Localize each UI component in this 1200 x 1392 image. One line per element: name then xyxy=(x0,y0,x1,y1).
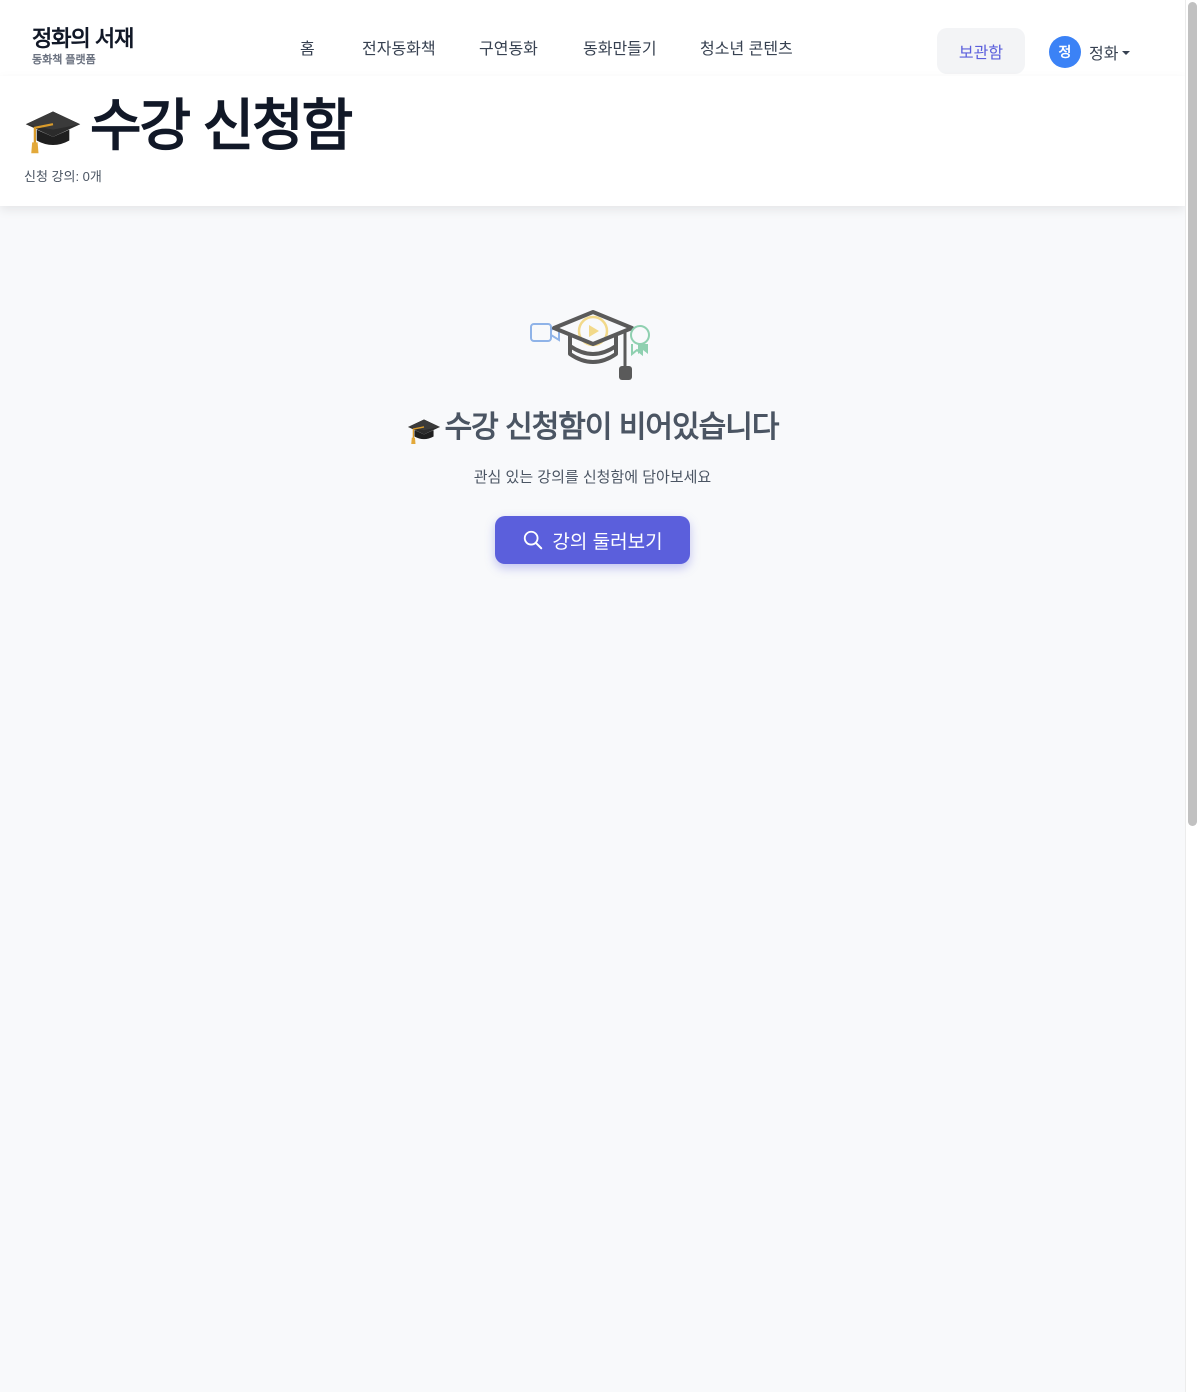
nav-item-home[interactable]: 홈 xyxy=(300,40,315,60)
top-navigation: 정화의 서재 동화책 플랫폼 홈 전자동화책 구연동화 동화만들기 청소년 콘텐… xyxy=(0,0,1185,76)
user-name: 정화 xyxy=(1089,46,1119,63)
empty-description: 관심 있는 강의를 신청함에 담아보세요 xyxy=(473,469,712,486)
caret-down-icon xyxy=(1122,51,1131,55)
storage-button[interactable]: 보관함 xyxy=(937,28,1025,74)
scrollbar-thumb[interactable] xyxy=(1188,2,1197,826)
page-header: 수강 신청함 신청 강의: 0개 xyxy=(0,76,1185,206)
nav-item-make-story[interactable]: 동화만들기 xyxy=(583,40,657,60)
brand-logo[interactable]: 정화의 서재 동화책 플랫폼 xyxy=(32,24,134,67)
nav-item-storytelling[interactable]: 구연동화 xyxy=(479,40,538,60)
nav-item-youth-content[interactable]: 청소년 콘텐츠 xyxy=(700,40,793,60)
empty-title-row: 수강 신청함이 비어있습니다 xyxy=(0,408,1185,448)
page-title: 수강 신청함 xyxy=(90,94,353,157)
page-title-row: 수강 신청함 xyxy=(24,94,353,158)
browse-courses-button[interactable]: 강의 둘러보기 xyxy=(495,516,690,564)
course-illustration-icon xyxy=(530,310,650,380)
avatar: 정 xyxy=(1049,36,1081,68)
nav-item-ebooks[interactable]: 전자동화책 xyxy=(362,40,436,60)
browse-courses-label: 강의 둘러보기 xyxy=(552,531,663,553)
graduation-cap-icon xyxy=(407,419,440,444)
search-icon xyxy=(524,530,543,550)
enrollment-count: 신청 강의: 0개 xyxy=(24,169,102,184)
graduation-cap-icon xyxy=(25,111,81,154)
brand-subtitle: 동화책 플랫폼 xyxy=(32,54,96,66)
user-menu[interactable]: 정 정화 xyxy=(1049,36,1131,68)
page: 정화의 서재 동화책 플랫폼 홈 전자동화책 구연동화 동화만들기 청소년 콘텐… xyxy=(0,0,1185,1392)
brand-title: 정화의 서재 xyxy=(32,26,134,51)
empty-title: 수강 신청함이 비어있습니다 xyxy=(444,411,780,444)
